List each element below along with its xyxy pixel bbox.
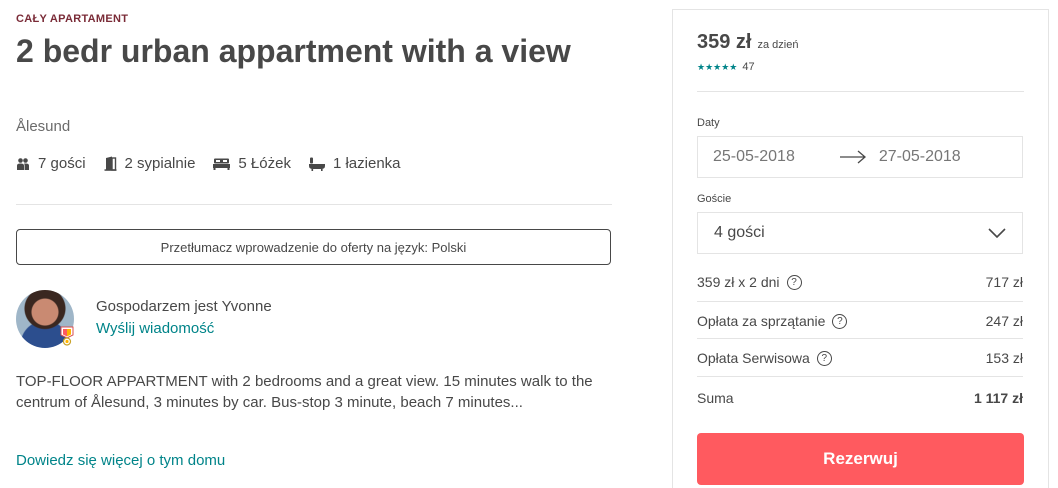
card-divider (697, 91, 1024, 92)
checkout-date[interactable]: 27-05-2018 (879, 148, 961, 166)
nightly-price: 359 zł (697, 31, 752, 53)
host-avatar[interactable] (16, 290, 74, 348)
read-more-link[interactable]: Dowiedz się więcej o tym domu (16, 452, 225, 469)
total-label: Suma (697, 390, 734, 406)
price-row-cleaning: Opłata za sprzątanie? 247 zł (697, 313, 1023, 329)
nights-label: 359 zł x 2 dni (697, 274, 780, 290)
fact-bathrooms-label: 1 łazienka (332, 155, 401, 172)
fact-bathrooms: 1 łazienka (308, 155, 401, 172)
review-count: 47 (742, 61, 755, 73)
host-section: Gospodarzem jest Yvonne Wyślij wiadomość (16, 290, 272, 348)
price-row-service: Opłata Serwisowa? 153 zł (697, 350, 1023, 366)
booking-card: 359 zł za dzień ★★★★★ 47 Daty 25-05-2018… (672, 9, 1049, 488)
total-value: 1 117 zł (973, 390, 1023, 406)
contact-host-link[interactable]: Wyślij wiadomość (96, 320, 272, 337)
row-divider (697, 376, 1023, 377)
service-fee-value: 153 zł (985, 350, 1023, 366)
guests-icon (17, 157, 29, 170)
price-row-nights: 359 zł x 2 dni? 717 zł (697, 274, 1023, 290)
cleaning-fee-value: 247 zł (985, 313, 1023, 329)
checkin-date[interactable]: 25-05-2018 (713, 148, 795, 166)
help-icon[interactable]: ? (786, 274, 802, 290)
guests-value: 4 gości (714, 224, 765, 241)
cleaning-fee-label: Opłata za sprzątanie (697, 313, 826, 329)
fact-beds-label: 5 Łóżek (238, 155, 291, 172)
nights-value: 717 zł (985, 274, 1023, 290)
translate-button[interactable]: Przetłumacz wprowadzenie do oferty na ję… (16, 229, 611, 265)
reserve-button[interactable]: Rezerwuj (697, 433, 1024, 485)
listing-facts: 7 gości 2 sypialnie 5 Łóżek 1 łazienka (16, 155, 419, 172)
guests-dropdown[interactable]: 4 gości (697, 212, 1023, 254)
host-info: Gospodarzem jest Yvonne Wyślij wiadomość (96, 298, 272, 337)
help-icon[interactable]: ? (816, 350, 832, 366)
listing-description: TOP-FLOOR APPARTMENT with 2 bedrooms and… (16, 373, 593, 411)
host-name: Gospodarzem jest Yvonne (96, 298, 272, 315)
price-unit: za dzień (757, 39, 799, 51)
rating[interactable]: ★★★★★ 47 (697, 61, 755, 73)
row-divider (697, 301, 1023, 302)
help-icon[interactable]: ? (832, 313, 848, 329)
fact-beds: 5 Łóżek (213, 155, 291, 172)
row-divider (697, 338, 1023, 339)
price-row-total: Suma 1 117 zł (697, 390, 1023, 406)
chevron-down-icon (988, 228, 1006, 238)
fact-bedrooms-label: 2 sypialnie (124, 155, 196, 172)
arrow-right-icon (839, 150, 866, 164)
listing-city: Ålesund (16, 118, 71, 135)
section-divider (16, 204, 612, 205)
listing-type: CAŁY APARTAMENT (16, 13, 129, 25)
service-fee-label: Opłata Serwisowa (697, 350, 810, 366)
bathtub-icon (308, 157, 325, 171)
bed-icon (213, 158, 231, 170)
price-block: 359 zł za dzień (697, 31, 798, 54)
guests-label: Goście (697, 193, 732, 205)
door-icon (104, 156, 117, 171)
listing-title: 2 bedr urban appartment with a view (16, 33, 571, 69)
date-range-picker: 25-05-2018 27-05-2018 (697, 136, 1023, 178)
fact-guests-label: 7 gości (38, 155, 86, 172)
fact-bedrooms: 2 sypialnie (104, 155, 196, 172)
star-rating-icon: ★★★★★ (697, 61, 738, 72)
superhost-badge-icon (60, 326, 74, 346)
fact-guests: 7 gości (16, 155, 86, 172)
dates-label: Daty (697, 117, 720, 129)
